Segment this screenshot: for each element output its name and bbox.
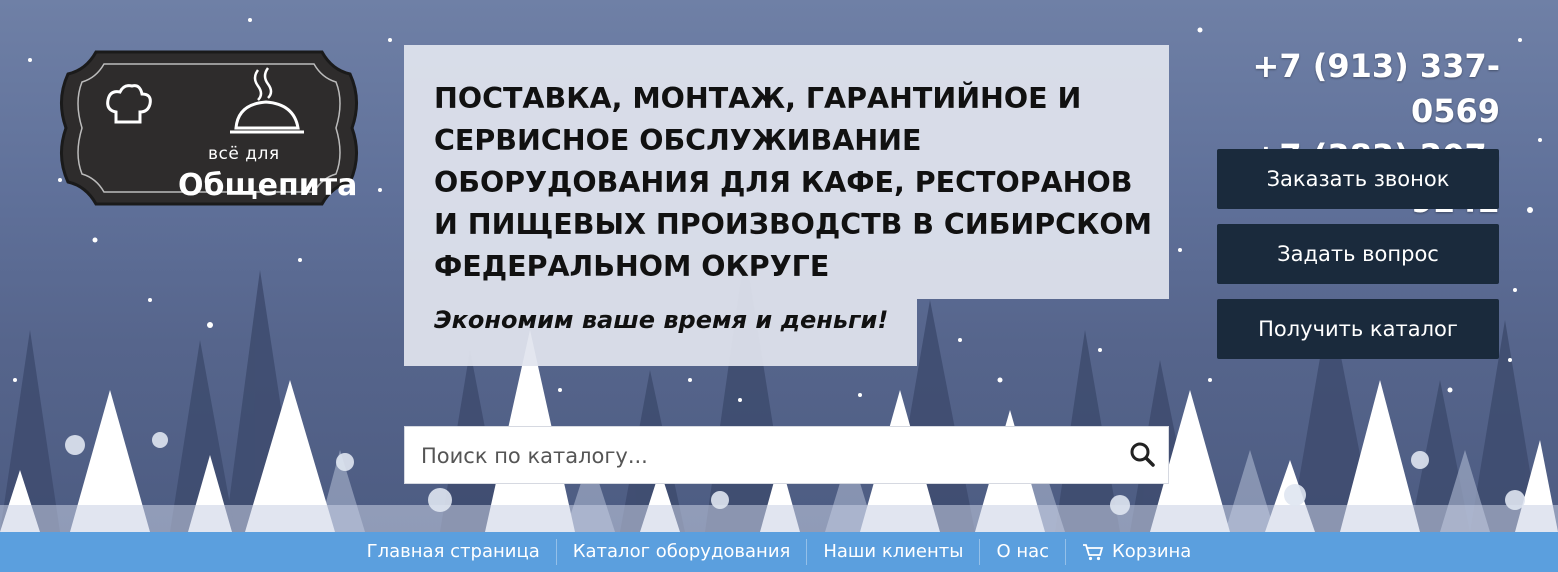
page-headline: ПОСТАВКА, МОНТАЖ, ГАРАНТИЙНОЕ И СЕРВИСНО… [434, 82, 1152, 283]
cloche-icon [230, 67, 304, 134]
nav-item-home[interactable]: Главная страница [351, 532, 556, 572]
nav-item-cart[interactable]: Корзина [1066, 532, 1207, 572]
phone-1-link[interactable]: +7 (913) 337-0569 [1170, 44, 1500, 134]
chef-hat-icon [106, 84, 152, 124]
logo-text-big: Общепита [178, 168, 358, 203]
search-bar [404, 426, 1169, 485]
logo-text-small: всё для [208, 144, 280, 164]
get-catalog-button[interactable]: Получить каталог [1217, 299, 1499, 359]
main-nav: Главная страница Каталог оборудования На… [0, 532, 1558, 572]
cart-label: Корзина [1112, 541, 1192, 562]
slogan: Экономим ваше время и деньги! [434, 306, 889, 334]
search-icon [1130, 442, 1155, 467]
order-call-button[interactable]: Заказать звонок [1217, 149, 1499, 209]
search-input[interactable] [419, 427, 1113, 485]
cart-icon [1083, 544, 1104, 561]
logo[interactable]: всё для Общепита [56, 40, 362, 216]
nav-item-about[interactable]: О нас [980, 532, 1065, 572]
nav-item-clients[interactable]: Наши клиенты [807, 532, 979, 572]
nav-item-catalog[interactable]: Каталог оборудования [557, 532, 807, 572]
search-button[interactable] [1128, 440, 1158, 470]
ask-question-button[interactable]: Задать вопрос [1217, 224, 1499, 284]
